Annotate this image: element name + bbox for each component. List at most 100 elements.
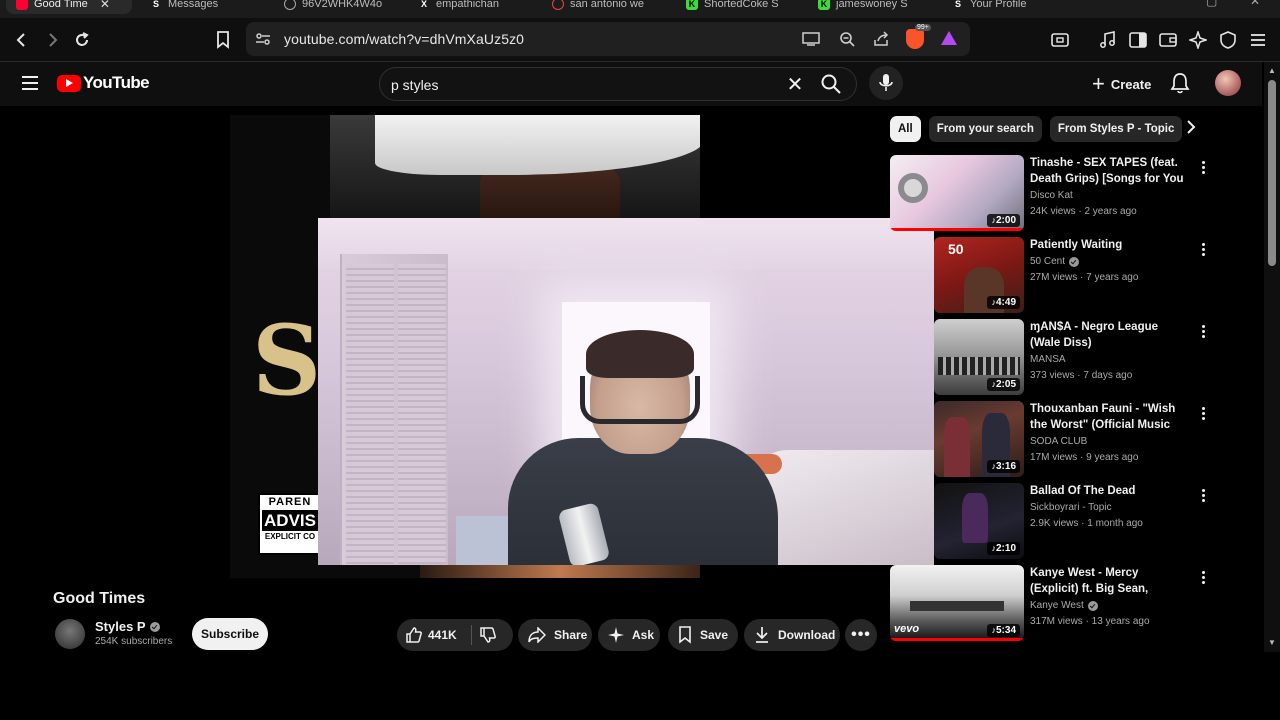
leo-ai-icon[interactable] [1184, 26, 1212, 54]
rec-meta: 373 views · 7 days ago [1030, 370, 1133, 381]
maximize-icon[interactable]: ▢ [1206, 0, 1217, 8]
tab-6[interactable]: K ShortedCoke S [686, 0, 801, 14]
recommendation-item[interactable]: 3:16 Thouxanban Fauni - "Wish the Worst"… [890, 401, 1220, 479]
tab-4[interactable]: X empathichan [418, 0, 533, 14]
close-tab-icon[interactable]: ✕ [100, 0, 110, 11]
video-thumbnail[interactable]: 2:10 [934, 483, 1024, 559]
rec-title[interactable]: Kanye West - Mercy (Explicit) ft. Big Se… [1030, 565, 1185, 597]
video-thumbnail[interactable]: 50 4:49 [934, 237, 1024, 313]
x-favicon-icon: X [420, 0, 427, 9]
brave-shields-icon[interactable]: 99+ [906, 24, 931, 49]
rec-channel[interactable]: SODA CLUB [1030, 436, 1087, 447]
k-favicon-icon: K [818, 0, 830, 10]
clear-search-icon[interactable]: ✕ [784, 74, 806, 96]
share-button[interactable]: Share [518, 619, 592, 651]
guide-menu-icon[interactable] [18, 72, 42, 96]
rec-channel[interactable]: Sickboyrari - Topic [1030, 502, 1112, 513]
tab-good-times[interactable]: Good Time ✕ [6, 0, 132, 14]
rec-title[interactable]: Tinashe - SEX TAPES (feat. Death Grips) … [1030, 155, 1185, 187]
letterbox-bottom [0, 652, 1280, 720]
search-icon [821, 74, 841, 94]
wallet-icon[interactable] [1154, 26, 1182, 54]
screen: Good Time ✕ S Messages 96V2WHK4W4o X emp… [0, 0, 1280, 720]
forward-icon[interactable] [38, 26, 66, 54]
like-count[interactable]: 441K [428, 628, 457, 642]
page-scrollbar[interactable]: ▲ ▼ [1264, 62, 1280, 652]
voice-search-button[interactable] [869, 66, 903, 100]
youtube-logo[interactable]: YouTube [57, 73, 150, 93]
scroll-up-icon[interactable]: ▲ [1268, 66, 1276, 75]
vpn-icon[interactable] [1214, 26, 1242, 54]
more-vertical-icon[interactable] [1196, 487, 1210, 507]
bookmark-icon[interactable] [209, 26, 237, 54]
recommendation-item[interactable]: 2:05 ɱAN$A - Negro League (Wale Diss) MA… [890, 319, 1220, 397]
channel-name[interactable]: Styles P [95, 619, 160, 634]
channel-avatar[interactable] [55, 619, 85, 649]
zoom-icon[interactable] [834, 26, 860, 52]
tab-5[interactable]: san antonio we [552, 0, 667, 14]
rec-channel[interactable]: Kanye West [1030, 600, 1098, 611]
search-button[interactable] [820, 73, 846, 97]
rec-title[interactable]: Thouxanban Fauni - "Wish the Worst" (Off… [1030, 401, 1185, 433]
tab-8[interactable]: S Your Profile [952, 0, 1067, 14]
rec-title[interactable]: Ballad Of The Dead [1030, 483, 1185, 499]
chevron-right-icon[interactable] [1180, 120, 1202, 142]
recommendation-item[interactable]: vevo 5:34 Kanye West - Mercy (Explicit) … [890, 565, 1220, 643]
dislike-button[interactable] [479, 626, 497, 644]
more-horizontal-icon: ••• [851, 626, 871, 643]
url-text[interactable]: youtube.com/watch?v=dhVmXaUz5z0 [284, 31, 524, 47]
tab-label: 96V2WHK4W4o [302, 0, 383, 10]
back-icon[interactable] [8, 26, 36, 54]
download-button[interactable]: Download [744, 619, 840, 651]
webcam-overlay [318, 218, 934, 565]
scrollbar-thumb[interactable] [1268, 80, 1276, 266]
duration-badge: 2:05 [987, 378, 1020, 391]
tab-3[interactable]: 96V2WHK4W4o [284, 0, 399, 14]
account-avatar[interactable] [1215, 70, 1241, 96]
rec-channel[interactable]: MANSA [1030, 354, 1066, 365]
close-window-icon[interactable]: ✕ [1250, 0, 1260, 8]
reload-icon[interactable] [68, 26, 96, 54]
subscribe-button[interactable]: Subscribe [192, 618, 268, 650]
create-button[interactable]: + Create [1086, 68, 1157, 100]
recommendation-item[interactable]: 50 4:49 Patiently Waiting 50 Cent 27M vi… [890, 237, 1220, 315]
chip-from-styles-p-topic[interactable]: From Styles P - Topic [1049, 116, 1183, 142]
video-thumbnail[interactable]: vevo 5:34 [890, 565, 1024, 641]
recommendation-item[interactable]: 2:10 Ballad Of The Dead Sickboyrari - To… [890, 483, 1220, 561]
address-bar[interactable]: youtube.com/watch?v=dhVmXaUz5z0 [246, 22, 970, 56]
duration-badge: 2:00 [987, 214, 1020, 227]
sidebar-icon[interactable] [1124, 26, 1152, 54]
rec-channel[interactable]: Disco Kat [1030, 190, 1073, 201]
scroll-down-icon[interactable]: ▼ [1268, 638, 1276, 647]
more-vertical-icon[interactable] [1196, 323, 1210, 343]
notifications-icon[interactable] [1170, 72, 1192, 94]
rec-title[interactable]: ɱAN$A - Negro League (Wale Diss) [1030, 319, 1185, 351]
tab-7[interactable]: K jameswoney S [818, 0, 933, 14]
recommendation-item[interactable]: 2:00 Tinashe - SEX TAPES (feat. Death Gr… [890, 155, 1220, 233]
more-actions-button[interactable]: ••• [845, 619, 877, 651]
more-vertical-icon[interactable] [1196, 569, 1210, 589]
tab-messages[interactable]: S Messages [150, 0, 265, 14]
more-vertical-icon[interactable] [1196, 405, 1210, 425]
search-input[interactable] [391, 75, 771, 95]
save-button[interactable]: Save [668, 619, 738, 651]
brave-rewards-icon[interactable] [941, 31, 957, 45]
chip-from-your-search[interactable]: From your search [928, 116, 1042, 142]
rec-title[interactable]: Patiently Waiting [1030, 237, 1185, 253]
chip-all[interactable]: All [890, 116, 921, 142]
rec-channel[interactable]: 50 Cent [1030, 256, 1080, 267]
menu-icon[interactable] [1244, 26, 1272, 54]
video-thumbnail[interactable]: 2:05 [934, 319, 1024, 395]
more-vertical-icon[interactable] [1196, 159, 1210, 179]
microphone-icon [879, 74, 893, 91]
cast-icon[interactable] [798, 26, 824, 52]
like-button[interactable] [405, 626, 423, 644]
video-thumbnail[interactable]: 3:16 [934, 401, 1024, 477]
more-vertical-icon[interactable] [1196, 241, 1210, 261]
media-icon[interactable] [1094, 26, 1122, 54]
video-thumbnail[interactable]: 2:00 [890, 155, 1024, 231]
screenshot-icon[interactable] [1046, 26, 1074, 54]
site-settings-icon[interactable] [250, 26, 276, 52]
ask-button[interactable]: Ask [598, 619, 660, 651]
share-page-icon[interactable] [868, 26, 894, 52]
